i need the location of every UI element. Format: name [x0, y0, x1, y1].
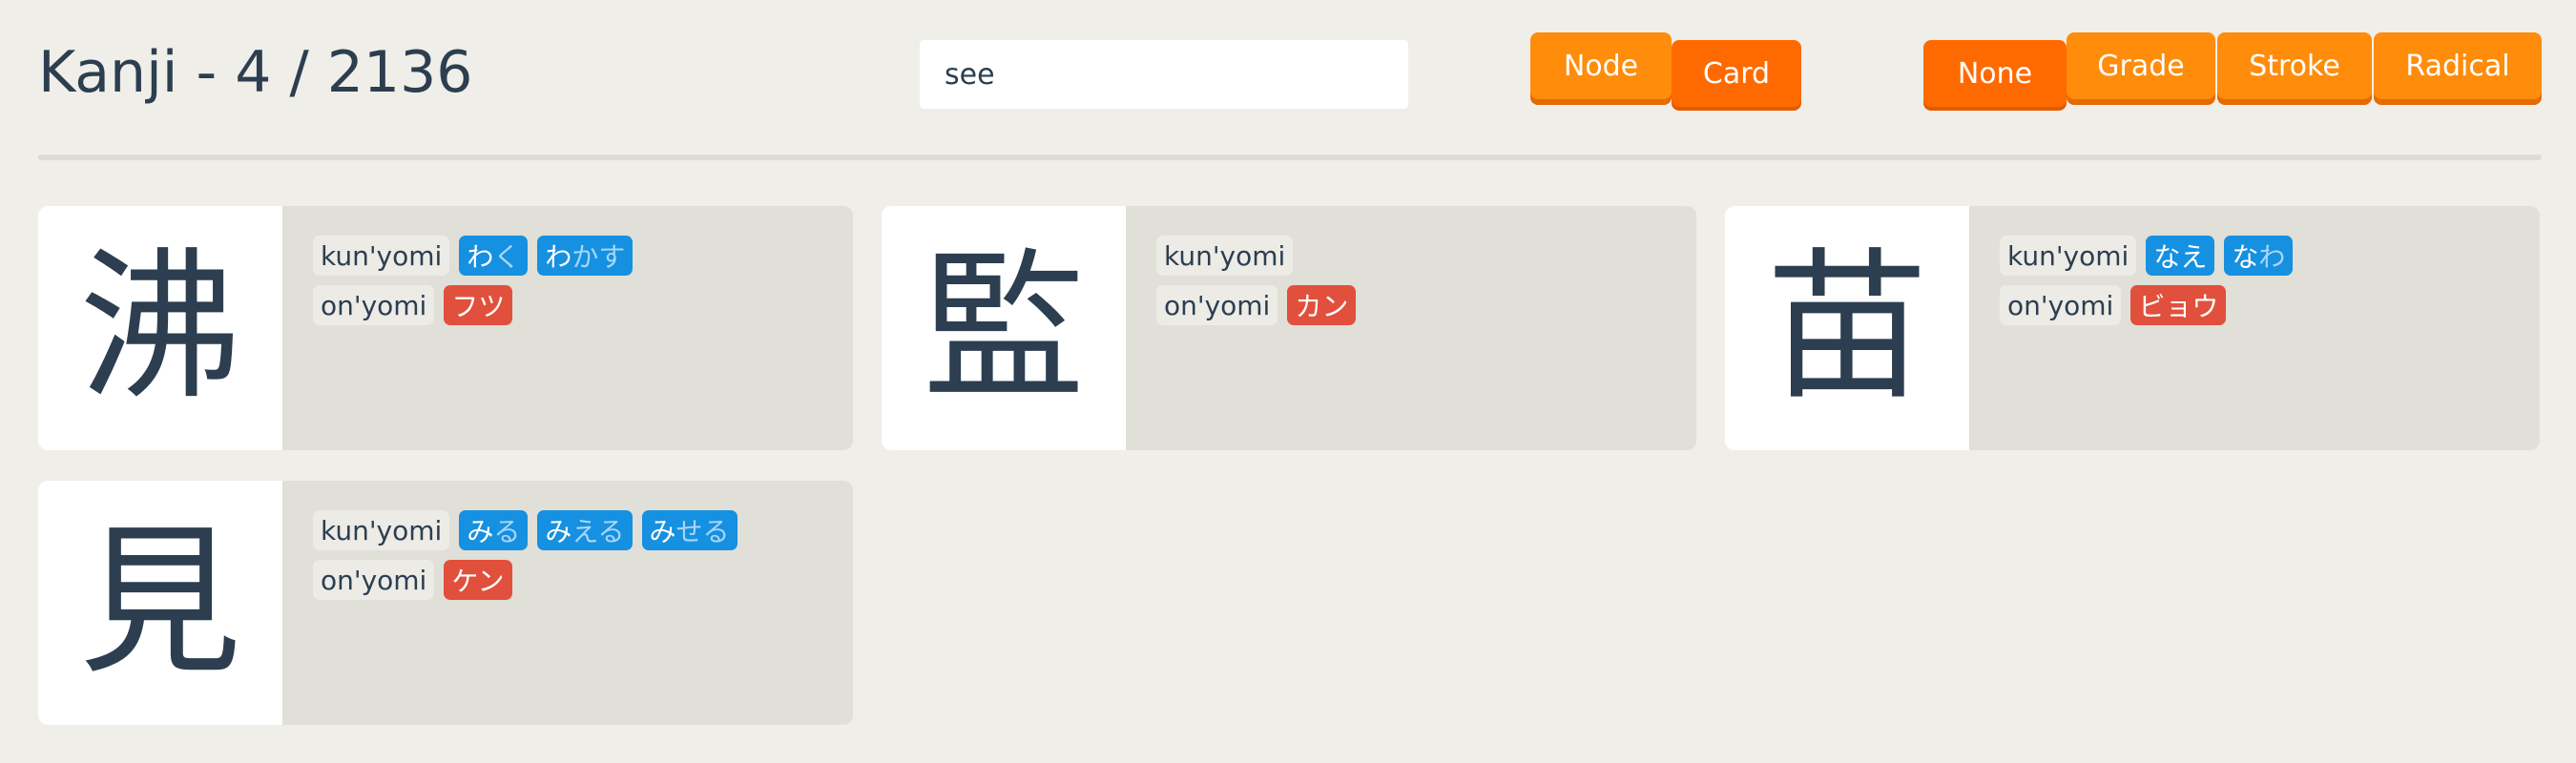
- kanji-card[interactable]: 監 kun'yomi on'yomi カン: [882, 206, 1696, 450]
- reading-stem: み: [649, 516, 676, 547]
- kanji-glyph: 監: [882, 206, 1126, 450]
- kunyomi-label: kun'yomi: [2000, 236, 2137, 276]
- reading-okurigana: せる: [675, 516, 730, 547]
- kunyomi-reading: なわ: [2224, 236, 2294, 276]
- node-view-button[interactable]: Node: [1530, 32, 1672, 99]
- sort-grade-button[interactable]: Grade: [2067, 32, 2215, 99]
- kunyomi-row: kun'yomi なえなわ: [2000, 235, 2302, 277]
- onyomi-label: on'yomi: [2000, 285, 2122, 325]
- kunyomi-row: kun'yomi みるみえるみせる: [313, 509, 747, 551]
- reading-stem: み: [545, 516, 572, 547]
- kunyomi-reading: みえる: [537, 510, 633, 550]
- kunyomi-reading: みせる: [641, 510, 737, 550]
- onyomi-row: on'yomi ビョウ: [2000, 284, 2302, 326]
- readings-panel: kun'yomi なえなわ on'yomi ビョウ: [1969, 206, 2302, 450]
- onyomi-label: on'yomi: [313, 285, 435, 325]
- reading-stem: な: [2232, 241, 2259, 273]
- reading-okurigana: く: [493, 241, 521, 273]
- kunyomi-label: kun'yomi: [1156, 236, 1294, 276]
- readings-panel: kun'yomi みるみえるみせる on'yomi ケン: [282, 481, 747, 725]
- kanji-glyph: 苗: [1725, 206, 1969, 450]
- sort-none-button[interactable]: None: [1923, 40, 2067, 107]
- reading-okurigana: かす: [571, 241, 626, 273]
- onyomi-reading: ケン: [444, 560, 512, 600]
- kanji-glyph: 沸: [38, 206, 282, 450]
- onyomi-reading: フツ: [444, 285, 513, 325]
- reading-okurigana: わ: [2258, 241, 2286, 273]
- readings-panel: kun'yomi わくわかす on'yomi フツ: [282, 206, 642, 450]
- reading-stem: なえ: [2153, 241, 2208, 273]
- onyomi-reading: ビョウ: [2130, 285, 2227, 325]
- sort-radical-button[interactable]: Radical: [2374, 32, 2542, 99]
- header-divider: [38, 155, 2542, 160]
- onyomi-row: on'yomi カン: [1156, 284, 1365, 326]
- kanji-card[interactable]: 沸 kun'yomi わくわかす on'yomi フツ: [38, 206, 853, 450]
- search-input[interactable]: [920, 40, 1408, 109]
- kunyomi-reading: みる: [459, 510, 529, 550]
- kanji-card[interactable]: 見 kun'yomi みるみえるみせる on'yomi ケン: [38, 481, 853, 725]
- kanji-card[interactable]: 苗 kun'yomi なえなわ on'yomi ビョウ: [1725, 206, 2540, 450]
- reading-stem: わ: [467, 241, 494, 273]
- onyomi-label: on'yomi: [1156, 285, 1278, 325]
- kunyomi-reading: わく: [459, 236, 529, 276]
- reading-okurigana: える: [571, 516, 625, 547]
- sort-stroke-button[interactable]: Stroke: [2217, 32, 2372, 99]
- kunyomi-row: kun'yomi わくわかす: [313, 235, 642, 277]
- kunyomi-row: kun'yomi: [1156, 235, 1365, 277]
- kunyomi-label: kun'yomi: [313, 510, 450, 550]
- card-view-button[interactable]: Card: [1672, 40, 1801, 107]
- reading-stem: み: [467, 516, 494, 547]
- reading-stem: わ: [545, 241, 572, 273]
- reading-okurigana: る: [493, 516, 521, 547]
- page-title: Kanji - 4 / 2136: [38, 39, 473, 106]
- readings-panel: kun'yomi on'yomi カン: [1126, 206, 1365, 450]
- kunyomi-reading: わかす: [537, 236, 634, 276]
- onyomi-row: on'yomi ケン: [313, 559, 747, 601]
- kanji-glyph: 見: [38, 481, 282, 725]
- onyomi-label: on'yomi: [313, 560, 435, 600]
- kunyomi-reading: なえ: [2146, 236, 2215, 276]
- onyomi-row: on'yomi フツ: [313, 284, 642, 326]
- kunyomi-label: kun'yomi: [313, 236, 450, 276]
- onyomi-reading: カン: [1287, 285, 1357, 325]
